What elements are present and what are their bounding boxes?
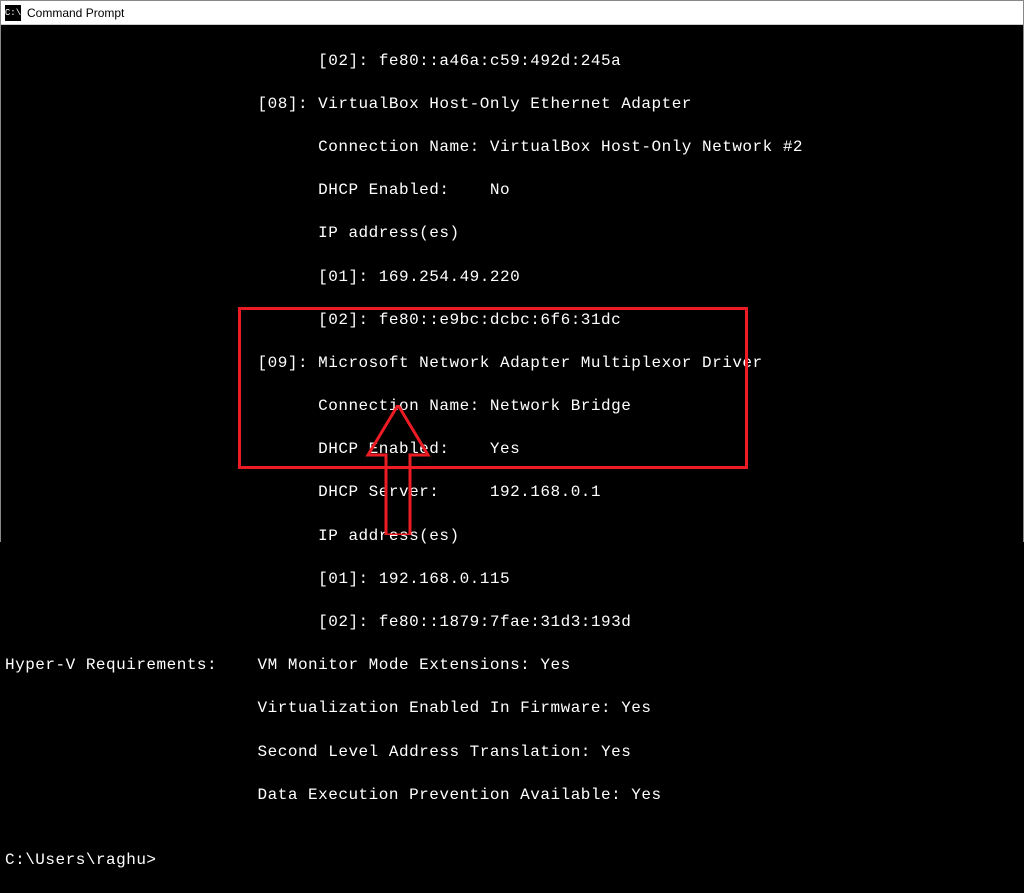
output-line: [02]: fe80::a46a:c59:492d:245a — [5, 51, 1023, 73]
output-line: DHCP Server: 192.168.0.1 — [5, 482, 1023, 504]
output-line: Second Level Address Translation: Yes — [5, 742, 1023, 764]
output-line: Hyper-V Requirements: VM Monitor Mode Ex… — [5, 655, 1023, 677]
output-line: Connection Name: VirtualBox Host-Only Ne… — [5, 137, 1023, 159]
terminal-output[interactable]: [02]: fe80::a46a:c59:492d:245a [08]: Vir… — [1, 25, 1023, 893]
output-line: Connection Name: Network Bridge — [5, 396, 1023, 418]
output-line: [02]: fe80::e9bc:dcbc:6f6:31dc — [5, 310, 1023, 332]
window-titlebar[interactable]: C:\ Command Prompt — [1, 1, 1023, 25]
cmd-icon: C:\ — [5, 5, 21, 21]
output-line: DHCP Enabled: Yes — [5, 439, 1023, 461]
output-line: Data Execution Prevention Available: Yes — [5, 785, 1023, 807]
output-line: [02]: fe80::1879:7fae:31d3:193d — [5, 612, 1023, 634]
output-line: IP address(es) — [5, 223, 1023, 245]
output-line: [08]: VirtualBox Host-Only Ethernet Adap… — [5, 94, 1023, 116]
output-line: Virtualization Enabled In Firmware: Yes — [5, 698, 1023, 720]
prompt-line: C:\Users\raghu> — [5, 850, 1023, 872]
output-line: [09]: Microsoft Network Adapter Multiple… — [5, 353, 1023, 375]
output-line: [01]: 192.168.0.115 — [5, 569, 1023, 591]
window-title: Command Prompt — [27, 6, 124, 20]
output-line: DHCP Enabled: No — [5, 180, 1023, 202]
output-line: [01]: 169.254.49.220 — [5, 267, 1023, 289]
output-line: IP address(es) — [5, 526, 1023, 548]
